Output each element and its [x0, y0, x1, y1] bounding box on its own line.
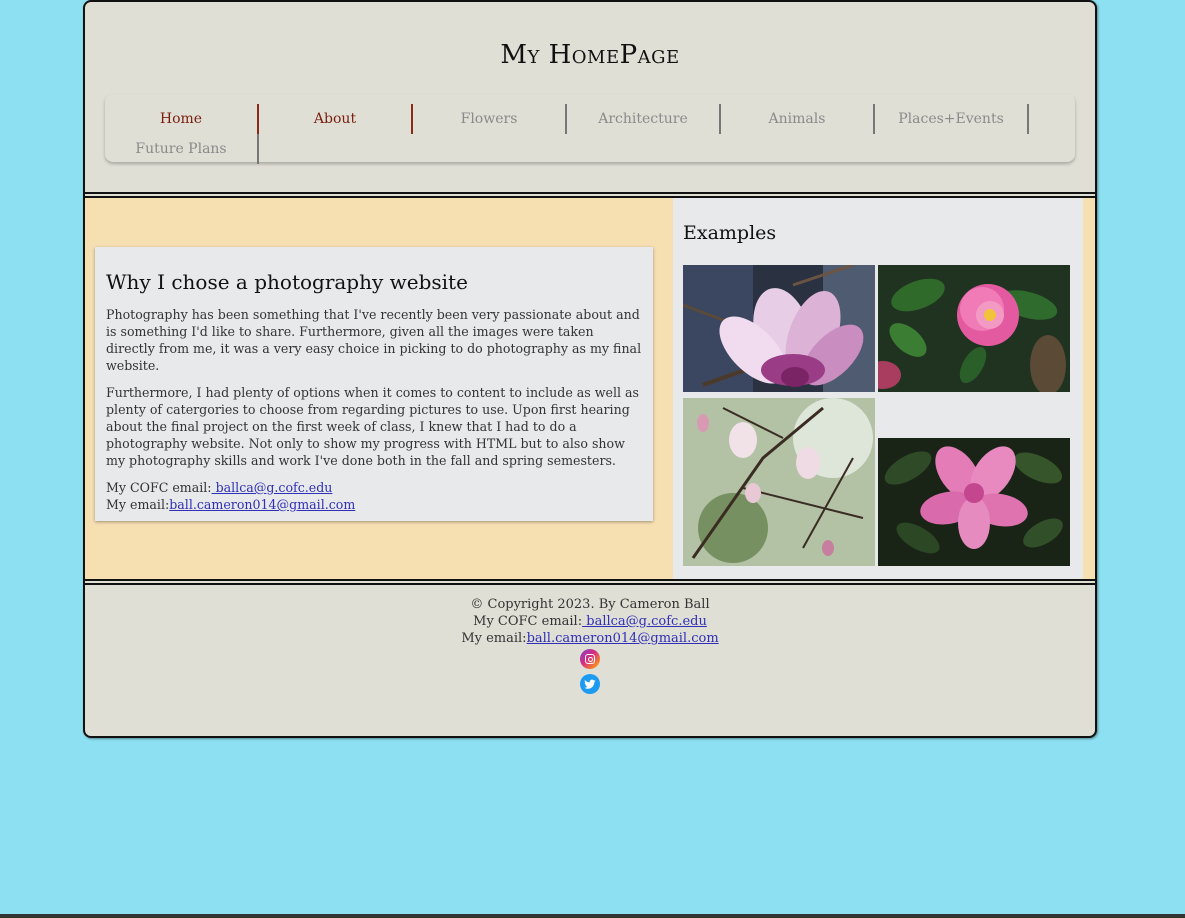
cofc-email-label: My COFC email:: [106, 480, 212, 495]
instagram-icon[interactable]: [580, 649, 600, 669]
copyright-text: © Copyright 2023. By Cameron Ball: [470, 597, 710, 612]
nav-places-events[interactable]: Places+Events: [875, 104, 1029, 134]
footer-divider: [85, 579, 1095, 585]
nav-architecture[interactable]: Architecture: [567, 104, 721, 134]
examples-panel: Examples: [673, 198, 1083, 579]
nav-home[interactable]: Home: [105, 104, 259, 134]
footer-cofc-label: My COFC email:: [473, 614, 583, 629]
footer-email: My email:ball.cameron014@gmail.com: [85, 630, 1095, 647]
about-card: Why I chose a photography website Photog…: [95, 247, 653, 521]
card-paragraph-2: Furthermore, I had plenty of options whe…: [106, 385, 640, 468]
card-heading: Why I chose a photography website: [106, 270, 468, 294]
footer-cofc-email-link[interactable]: ballca@g.cofc.edu: [582, 614, 707, 629]
footer-email-link[interactable]: ball.cameron014@gmail.com: [527, 631, 719, 646]
footer: © Copyright 2023. By Cameron Ball My COF…: [85, 596, 1095, 699]
page-container: My HomePage Home About Flowers Architect…: [83, 0, 1097, 738]
nav-animals[interactable]: Animals: [721, 104, 875, 134]
nav-flowers[interactable]: Flowers: [413, 104, 567, 134]
footer-email-label: My email:: [461, 631, 527, 646]
magnolia-photo[interactable]: [683, 265, 875, 392]
footer-cofc-email: My COFC email: ballca@g.cofc.edu: [85, 613, 1095, 630]
camellia-photo[interactable]: [878, 265, 1070, 392]
twitter-icon[interactable]: [580, 674, 600, 694]
nav-future-plans[interactable]: Future Plans: [105, 134, 259, 164]
email-label: My email:: [106, 497, 170, 512]
bottom-bar: [0, 914, 1185, 918]
main-content: Why I chose a photography website Photog…: [85, 198, 1095, 579]
examples-title: Examples: [683, 222, 777, 244]
azalea-photo[interactable]: [878, 438, 1070, 566]
card-paragraph-1: Photography has been something that I've…: [106, 307, 642, 373]
nav-about[interactable]: About: [259, 104, 413, 134]
magnolia-tree-photo[interactable]: [683, 398, 875, 566]
main-nav: Home About Flowers Architecture Animals …: [105, 94, 1075, 164]
email-link[interactable]: ball.cameron014@gmail.com: [169, 497, 355, 512]
site-title: My HomePage: [500, 40, 680, 70]
cofc-email-link[interactable]: ballca@g.cofc.edu: [212, 480, 333, 495]
card-contact: My COFC email: ballca@g.cofc.edu My emai…: [106, 479, 642, 513]
